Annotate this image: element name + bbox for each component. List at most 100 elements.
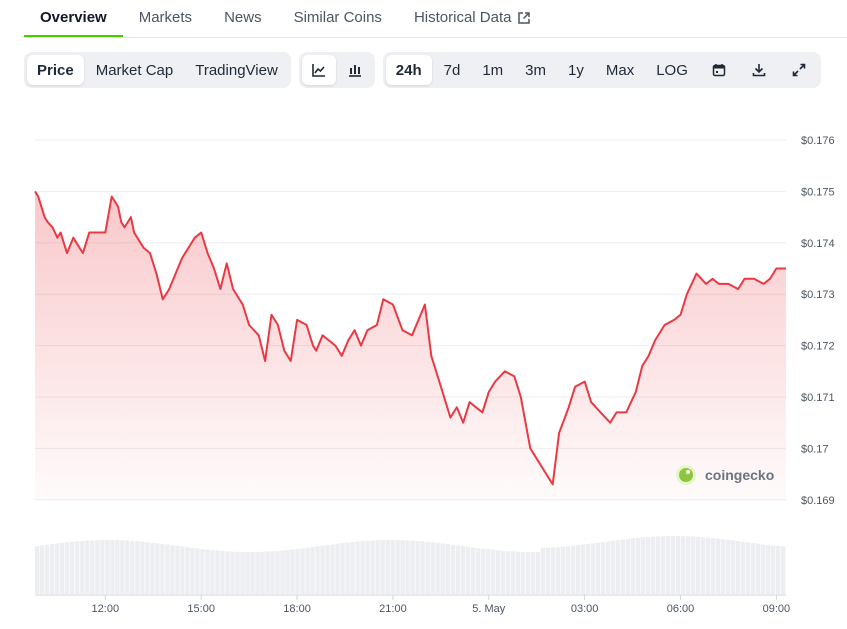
brand-name: coingecko xyxy=(705,467,774,483)
volume-bar xyxy=(300,548,305,594)
volume-bar xyxy=(410,540,415,594)
volume-bar xyxy=(185,547,190,594)
volume-bar xyxy=(435,542,440,594)
y-tick-label: $0.175 xyxy=(801,186,835,198)
volume-bar xyxy=(330,544,335,594)
tab-overview[interactable]: Overview xyxy=(24,9,123,37)
volume-bar xyxy=(325,545,330,594)
tradingview-button[interactable]: TradingView xyxy=(185,55,288,85)
price-button[interactable]: Price xyxy=(27,55,84,85)
tab-label: News xyxy=(224,9,262,26)
chart-type-group: Price Market Cap TradingView xyxy=(24,52,291,88)
y-tick-label: $0.174 xyxy=(801,238,835,250)
y-tick-label: $0.171 xyxy=(801,392,835,404)
tab-news[interactable]: News xyxy=(208,9,278,37)
x-tick-label: 09:00 xyxy=(763,603,791,615)
volume-bar xyxy=(610,540,616,594)
line-chart-icon[interactable] xyxy=(301,55,336,85)
volume-bar xyxy=(190,547,195,594)
volume-bar xyxy=(135,541,140,594)
volume-bar xyxy=(685,536,691,594)
volume-bar xyxy=(600,542,606,594)
volume-bar xyxy=(771,545,776,594)
volume-bar xyxy=(105,540,110,594)
volume-bar xyxy=(40,545,45,594)
volume-bar xyxy=(200,549,205,594)
volume-bar xyxy=(665,536,671,594)
download-icon[interactable] xyxy=(740,55,778,85)
volume-bar xyxy=(690,536,696,594)
range-max-button[interactable]: Max xyxy=(596,55,644,85)
volume-bar xyxy=(370,540,375,594)
volume-bar xyxy=(420,541,425,594)
volume-bar xyxy=(225,551,230,594)
volume-bar xyxy=(85,540,90,594)
price-chart: $0.169 $0.17 $0.171 $0.172 $0.173 $0.174 $0.17… xyxy=(34,135,835,615)
volume-bar xyxy=(530,552,536,594)
range-7d-button[interactable]: 7d xyxy=(434,55,471,85)
x-tick-label: 03:00 xyxy=(571,603,599,615)
volume-bar xyxy=(730,540,736,594)
calendar-icon[interactable] xyxy=(700,55,738,85)
volume-bar xyxy=(340,543,345,594)
volume-bar xyxy=(605,541,611,594)
volume-bar xyxy=(635,537,641,594)
external-link-icon xyxy=(517,11,531,25)
candlestick-chart-icon[interactable] xyxy=(338,55,372,85)
volume-bar xyxy=(80,541,85,594)
volume-bar xyxy=(555,547,561,594)
y-tick-label: $0.172 xyxy=(801,341,835,353)
volume-bar xyxy=(580,544,586,594)
brand-watermark: coingecko xyxy=(676,465,774,485)
volume-bar xyxy=(320,545,325,594)
volume-bar xyxy=(150,542,155,594)
volume-bar xyxy=(365,540,370,594)
fullscreen-icon[interactable] xyxy=(780,55,818,85)
range-24h-button[interactable]: 24h xyxy=(385,55,432,85)
volume-bar xyxy=(255,551,260,594)
volume-bar xyxy=(95,540,100,594)
volume-bar xyxy=(470,547,476,594)
volume-bar xyxy=(405,540,410,594)
tab-similar-coins[interactable]: Similar Coins xyxy=(278,9,398,37)
volume-bar xyxy=(655,536,661,594)
tab-markets[interactable]: Markets xyxy=(123,9,208,37)
volume-bar xyxy=(360,541,365,594)
volume-bar xyxy=(285,550,290,594)
volume-bar xyxy=(700,537,706,594)
range-1y-button[interactable]: 1y xyxy=(558,55,594,85)
volume-bar xyxy=(125,540,130,594)
volume-bar xyxy=(280,550,285,594)
volume-bar xyxy=(460,546,466,594)
volume-bar xyxy=(240,551,245,594)
volume-bar xyxy=(55,543,60,594)
volume-bar xyxy=(180,546,185,594)
range-log-button[interactable]: LOG xyxy=(646,55,698,85)
volume-bar xyxy=(355,541,360,594)
volume-bar xyxy=(445,544,450,594)
volume-bar xyxy=(645,537,651,594)
volume-bar xyxy=(505,551,511,594)
range-1m-button[interactable]: 1m xyxy=(472,55,513,85)
volume-bar xyxy=(220,550,225,594)
volume-bar xyxy=(350,542,355,594)
volume-bar xyxy=(575,545,581,594)
volume-bar xyxy=(140,541,145,594)
volume-bar xyxy=(315,546,320,594)
volume-bar xyxy=(680,536,686,594)
volume-bar xyxy=(145,542,150,594)
volume-bar xyxy=(751,543,756,594)
tab-bar: Overview Markets News Similar Coins Historic… xyxy=(24,0,847,38)
volume-bar xyxy=(305,547,310,594)
volume-bar xyxy=(270,551,275,594)
volume-bar xyxy=(155,543,160,594)
volume-bar xyxy=(485,549,491,594)
volume-bar xyxy=(740,541,746,594)
tab-historical-data[interactable]: Historical Data xyxy=(398,9,548,37)
market-cap-button[interactable]: Market Cap xyxy=(86,55,184,85)
range-3m-button[interactable]: 3m xyxy=(515,55,556,85)
y-tick-label: $0.169 xyxy=(801,495,835,507)
volume-bar xyxy=(245,552,250,594)
volume-bar xyxy=(390,540,395,594)
volume-bar xyxy=(550,547,556,594)
